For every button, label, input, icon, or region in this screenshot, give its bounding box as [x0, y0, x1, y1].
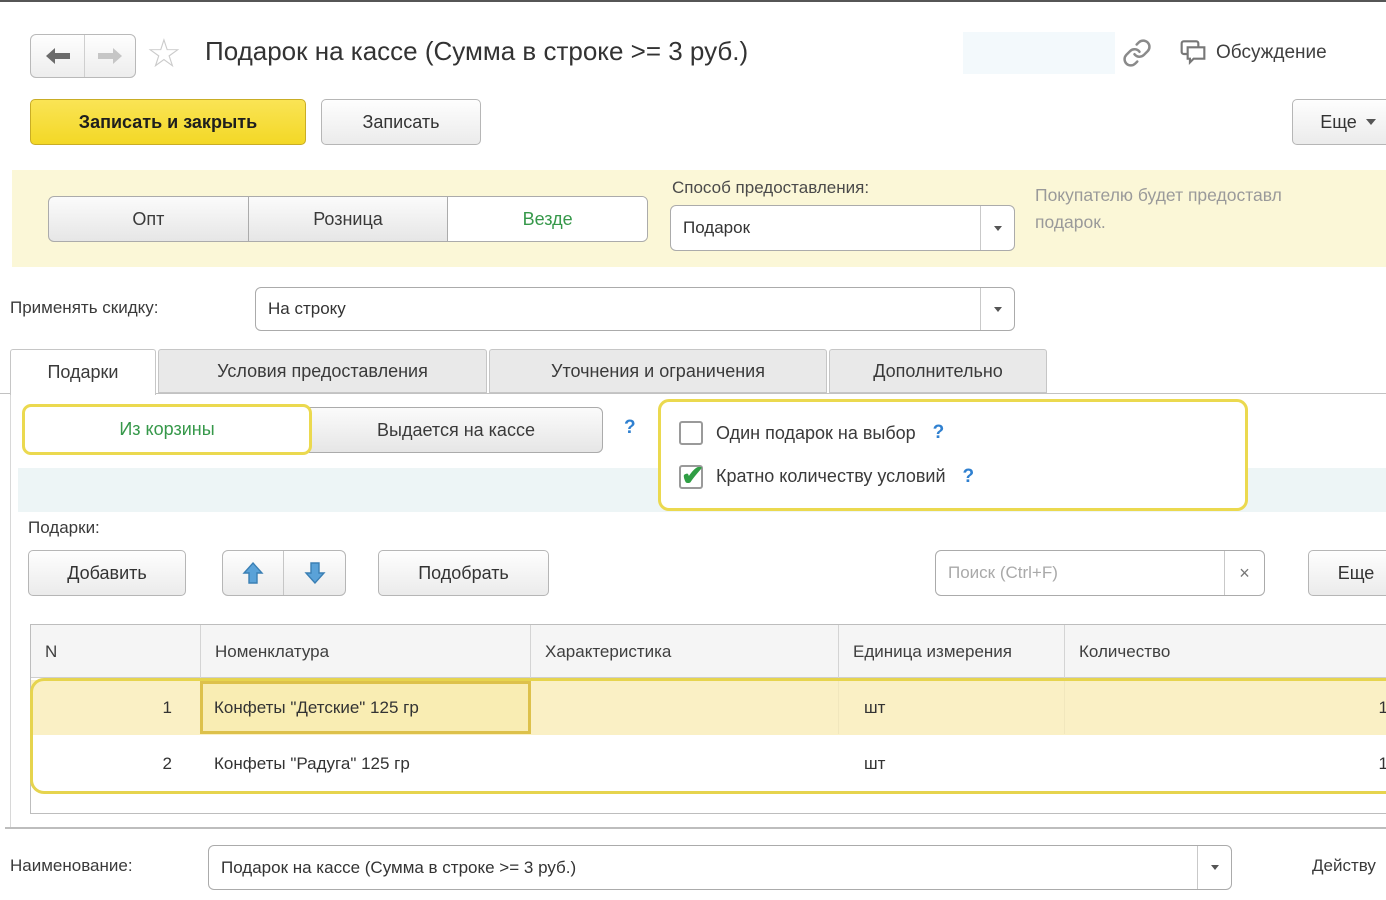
move-buttons-group — [222, 550, 346, 596]
tabs-divider — [0, 393, 1386, 394]
gift-discount-form: ☆ Подарок на кассе (Сумма в строке >= 3 … — [0, 0, 1386, 900]
forward-button[interactable] — [85, 35, 135, 77]
name-label: Наименование: — [10, 856, 133, 876]
row-divider — [1064, 681, 1065, 734]
method-label: Способ предоставления: — [672, 178, 869, 198]
name-dropdown-button[interactable] — [1197, 846, 1231, 889]
segment-opt[interactable]: Опт — [49, 197, 249, 241]
forward-arrow-icon — [97, 47, 123, 65]
name-input[interactable] — [209, 858, 1197, 878]
toggle-from-cart[interactable]: Из корзины — [22, 404, 312, 455]
one-gift-label: Один подарок на выбор — [716, 423, 916, 444]
more-button-toolbar[interactable]: Еще — [1308, 550, 1386, 596]
chevron-down-icon — [1211, 865, 1219, 870]
method-value: Подарок — [671, 218, 980, 238]
gifts-section-label: Подарки: — [28, 518, 100, 538]
title-highlight — [963, 32, 1115, 74]
save-and-close-button[interactable]: Записать и закрыть — [30, 99, 306, 145]
discussion-icon[interactable] — [1176, 36, 1210, 73]
page-title: Подарок на кассе (Сумма в строке >= 3 ру… — [205, 36, 748, 67]
method-dropdown-button[interactable] — [980, 206, 1014, 250]
save-button[interactable]: Записать — [321, 99, 481, 145]
chevron-down-icon — [994, 226, 1002, 231]
segment-roznitsa[interactable]: Розница — [249, 197, 449, 241]
focused-cell-nomenclature[interactable]: Конфеты "Детские" 125 гр — [200, 681, 531, 734]
tab-additional[interactable]: Дополнительно — [829, 349, 1047, 393]
move-down-button[interactable] — [284, 551, 345, 595]
more-button-top[interactable]: Еще — [1292, 99, 1386, 145]
apply-discount-dropdown[interactable]: На строку — [255, 287, 1015, 331]
search-box: × — [935, 550, 1265, 596]
multiple-of-conditions-checkbox[interactable] — [679, 465, 703, 489]
gift-options-group: Один подарок на выбор ? Кратно количеств… — [658, 399, 1248, 511]
multiple-help-icon[interactable]: ? — [963, 466, 975, 488]
tab-panel-bottom-border — [5, 827, 1386, 829]
method-dropdown[interactable]: Подарок — [670, 205, 1015, 251]
column-header-unit[interactable]: Единица измерения — [838, 625, 1064, 678]
apply-discount-dropdown-button[interactable] — [980, 288, 1014, 330]
apply-discount-label: Применять скидку: — [10, 298, 158, 318]
cell-nomenclature[interactable]: Конфеты "Радуга" 125 гр — [200, 735, 530, 792]
row-divider — [838, 681, 839, 734]
cell-n[interactable]: 2 — [31, 735, 186, 792]
multiple-of-conditions-label: Кратно количеству условий — [716, 466, 946, 487]
chevron-down-icon — [1366, 119, 1376, 125]
one-gift-help-icon[interactable]: ? — [933, 422, 945, 444]
search-input[interactable] — [936, 563, 1224, 583]
search-clear-button[interactable]: × — [1224, 551, 1264, 595]
name-dropdown — [208, 845, 1232, 890]
back-button[interactable] — [31, 35, 85, 77]
column-header-nomenclature[interactable]: Номенклатура — [200, 625, 530, 678]
status-label: Действу — [1312, 856, 1376, 876]
cell-quantity[interactable]: 1 — [1064, 680, 1386, 735]
column-header-n[interactable]: N — [31, 625, 200, 678]
cell-characteristic[interactable] — [530, 680, 838, 735]
chevron-down-icon — [994, 307, 1002, 312]
one-gift-checkbox[interactable] — [679, 421, 703, 445]
toggle-at-checkout[interactable]: Выдается на кассе — [309, 407, 603, 453]
gift-source-help-icon[interactable]: ? — [624, 417, 636, 439]
tab-conditions[interactable]: Условия предоставления — [158, 349, 487, 393]
option-multiple-row: Кратно количеству условий ? — [679, 461, 1227, 493]
add-row-button[interactable]: Добавить — [28, 550, 186, 596]
method-hint-text: Покупателю будет предоставл подарок. — [1035, 182, 1282, 236]
nav-buttons — [30, 34, 136, 78]
tab-clarifications[interactable]: Уточнения и ограничения — [489, 349, 827, 393]
move-up-button[interactable] — [223, 551, 284, 595]
pick-button[interactable]: Подобрать — [378, 550, 549, 596]
column-header-characteristic[interactable]: Характеристика — [530, 625, 838, 678]
favorite-star-icon[interactable]: ☆ — [146, 32, 182, 76]
cell-quantity[interactable]: 1 — [1064, 735, 1386, 792]
cell-unit[interactable]: шт — [838, 680, 1064, 735]
tab-gifts[interactable]: Подарки — [10, 349, 156, 395]
apply-discount-value: На строку — [256, 299, 980, 319]
cell-unit[interactable]: шт — [838, 735, 1064, 792]
cell-n[interactable]: 1 — [31, 680, 186, 735]
discussion-link[interactable]: Обсуждение — [1216, 42, 1327, 64]
table-row-2[interactable]: 2 Конфеты "Радуга" 125 гр шт 1 — [31, 735, 1386, 792]
option-one-gift-row: Один подарок на выбор ? — [679, 417, 1227, 449]
copy-link-icon[interactable] — [1122, 38, 1152, 73]
tab-panel-left-border — [10, 394, 11, 827]
arrow-down-icon — [304, 561, 326, 585]
segment-vezde[interactable]: Везде — [448, 197, 647, 241]
arrow-up-icon — [242, 561, 264, 585]
cell-characteristic[interactable] — [530, 735, 838, 792]
scope-segmented-control: Опт Розница Везде — [48, 196, 648, 242]
column-header-quantity[interactable]: Количество — [1064, 625, 1386, 678]
back-arrow-icon — [45, 47, 71, 65]
